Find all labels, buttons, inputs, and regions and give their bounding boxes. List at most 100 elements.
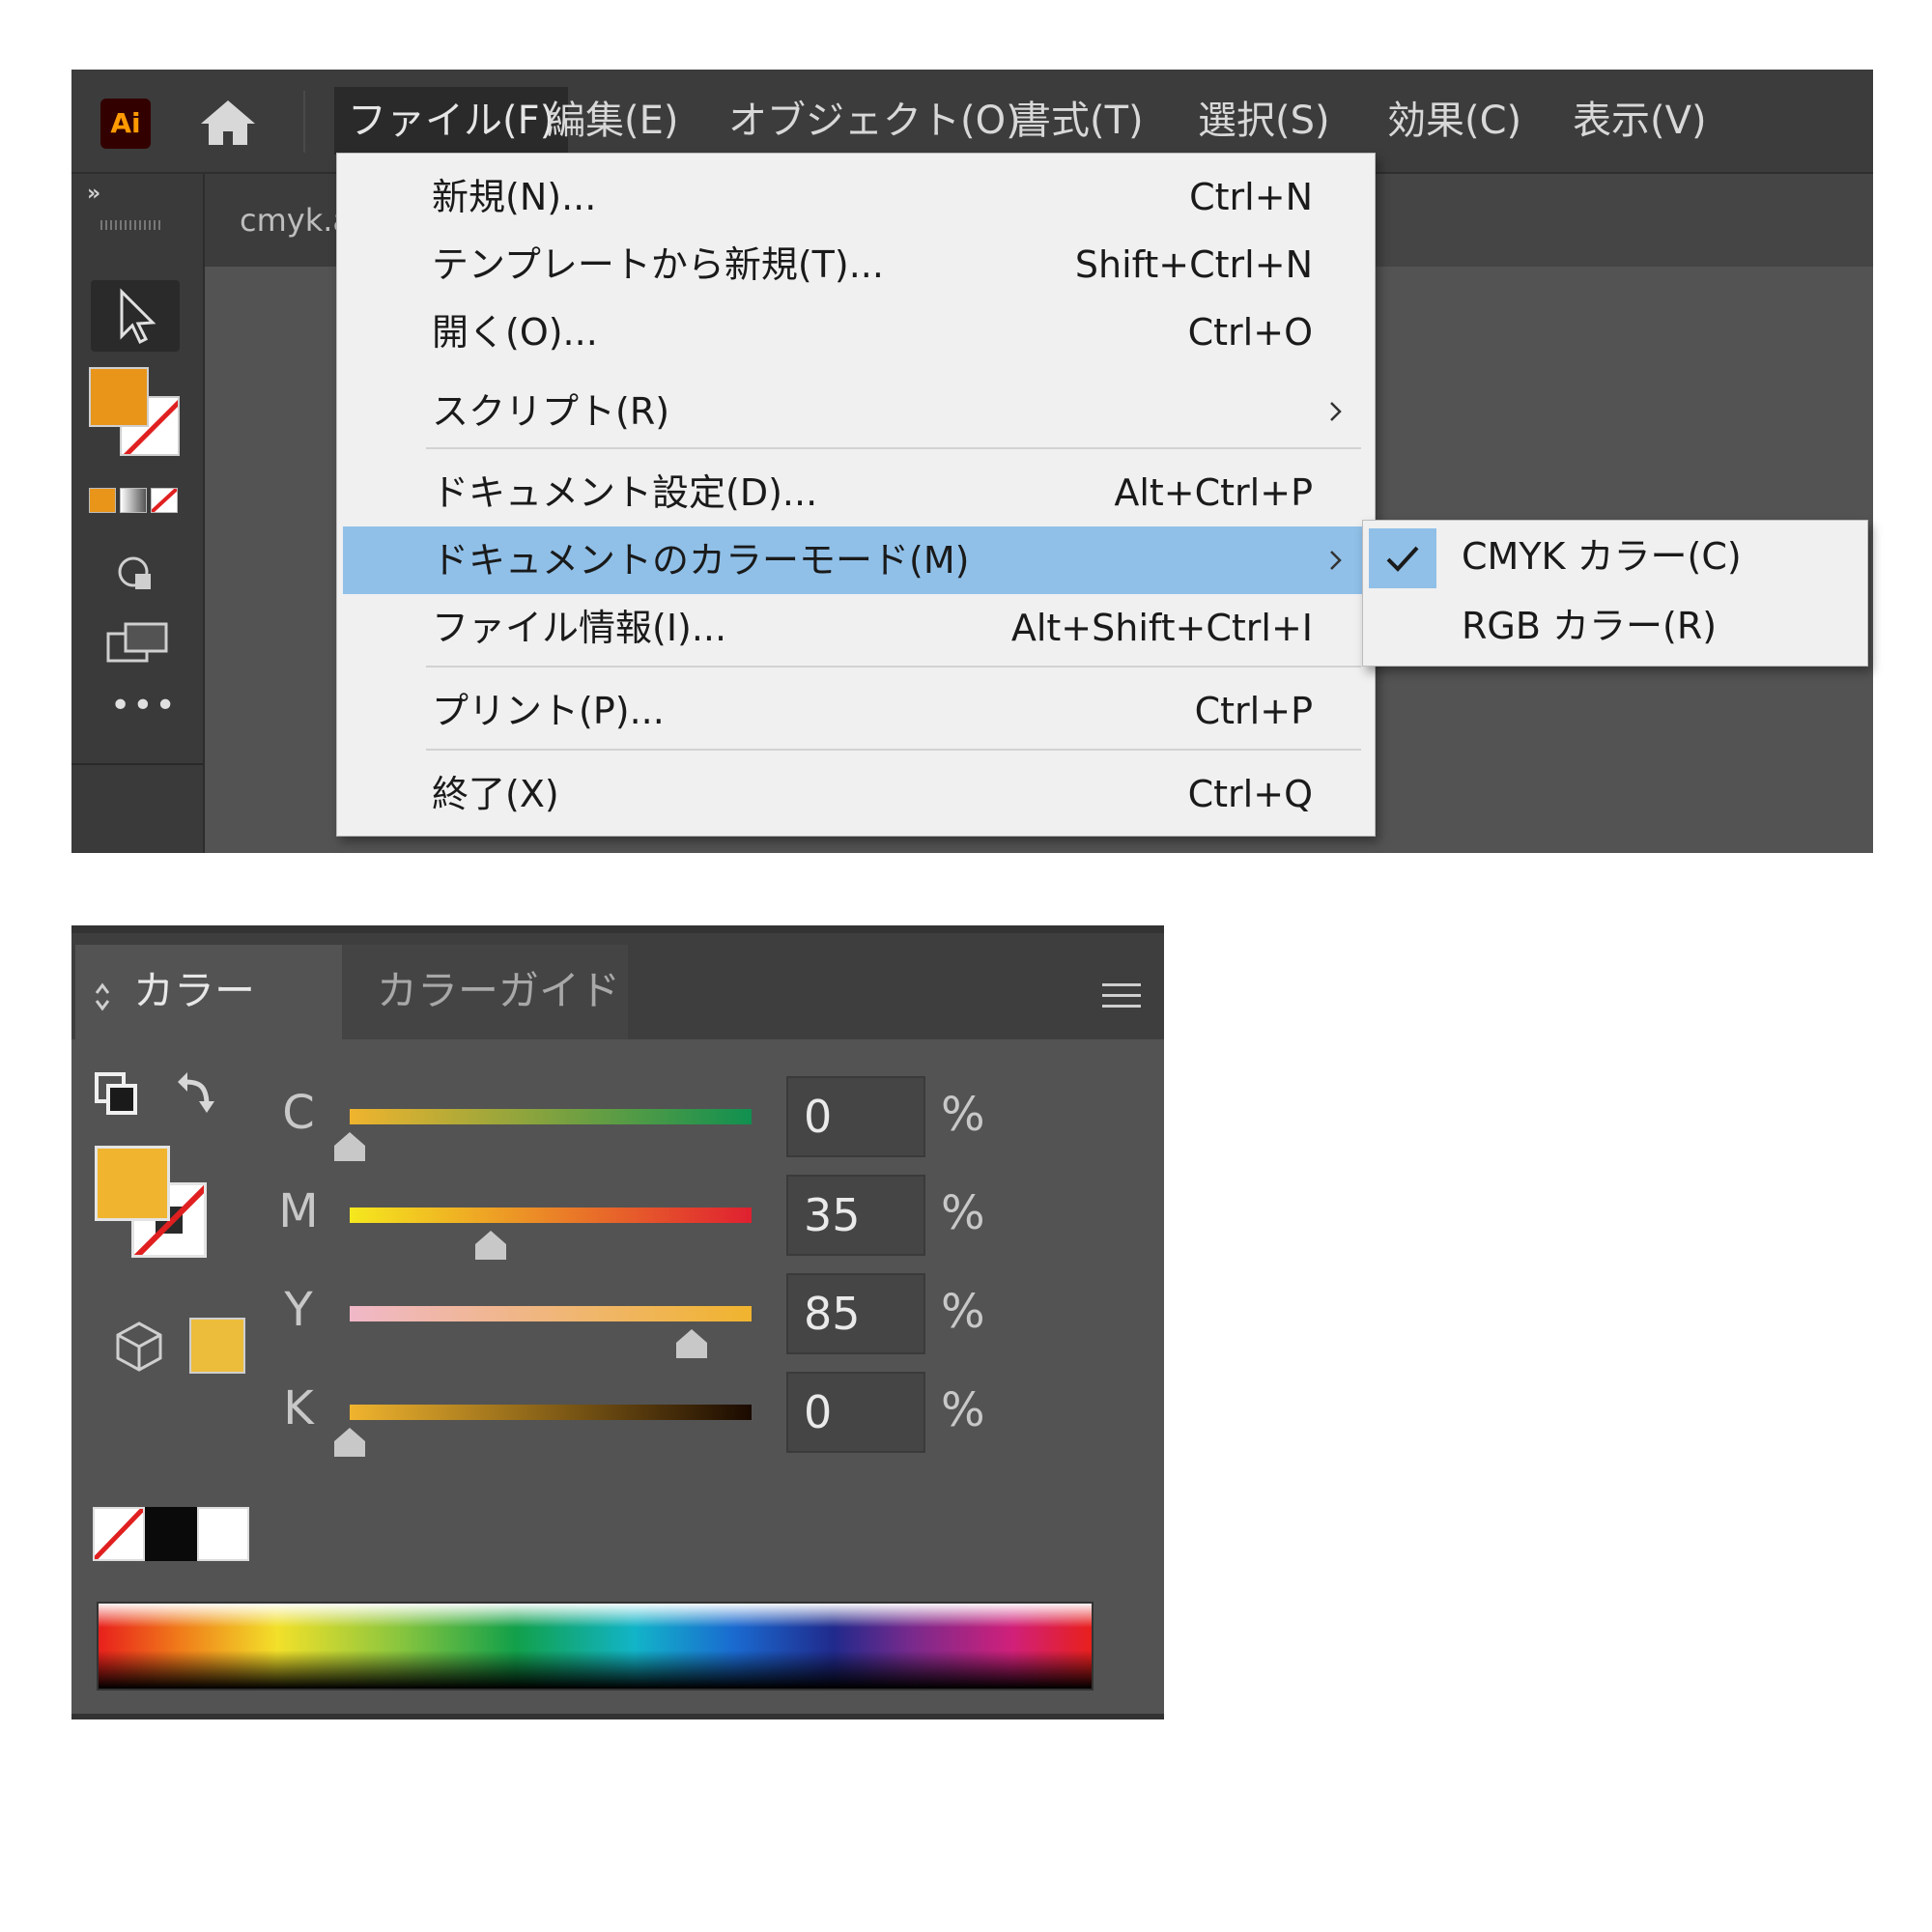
none-swatch[interactable] — [93, 1507, 145, 1561]
menu-item-shortcut: Alt+Shift+Ctrl+I — [1010, 607, 1313, 649]
submenu-item-cmyk[interactable]: CMYK カラー(C) — [1363, 523, 1867, 590]
submenu-item-rgb[interactable]: RGB カラー(R) — [1363, 592, 1867, 660]
channel-label-y: Y — [284, 1283, 313, 1337]
white-swatch[interactable] — [197, 1507, 249, 1561]
unit-c: % — [941, 1088, 985, 1142]
color-panel: カラー カラーガイド C 0 % M 35 % Y 85 % K 0 % — [71, 925, 1164, 1719]
black-swatch[interactable] — [145, 1507, 197, 1561]
screen-mode-icon[interactable] — [104, 618, 172, 670]
tab-label: カラーガイド — [377, 967, 621, 1014]
tab-label: カラー — [133, 967, 256, 1014]
menu-item-shortcut: Ctrl+P — [1194, 690, 1313, 732]
none-slash-icon — [95, 1509, 143, 1559]
slider-track-c[interactable] — [350, 1109, 752, 1124]
gradient-mode-button[interactable] — [120, 488, 147, 513]
menu-select[interactable]: 選択(S) — [1184, 87, 1344, 155]
menu-item-label: 新規(N)... — [432, 176, 597, 218]
swap-arrow-icon[interactable] — [170, 1068, 218, 1117]
unit-k: % — [941, 1383, 985, 1437]
chevron-right-icon — [1330, 551, 1342, 570]
menu-separator — [426, 666, 1361, 668]
menu-item-label: ファイル情報(I)... — [432, 607, 727, 649]
tab-color-guide[interactable]: カラーガイド — [342, 945, 628, 1039]
menu-item-document-color-mode[interactable]: ドキュメントのカラーモード(M) — [343, 526, 1367, 594]
unit-m: % — [941, 1186, 985, 1240]
menu-item-label: ドキュメントのカラーモード(M) — [432, 539, 970, 582]
value-field-k[interactable]: 0 — [786, 1372, 925, 1453]
menu-item-label: スクリプト(R) — [432, 390, 670, 433]
fill-swatch[interactable] — [95, 1146, 170, 1221]
submenu-item-label: CMYK カラー(C) — [1462, 535, 1742, 578]
channel-label-c: C — [282, 1086, 315, 1140]
menu-item-open[interactable]: 開く(O)... Ctrl+O — [343, 298, 1367, 366]
checkmark-box — [1369, 528, 1436, 588]
none-slash-icon — [152, 489, 177, 512]
color-mode-submenu: CMYK カラー(C) RGB カラー(R) — [1362, 520, 1868, 667]
value-field-y[interactable]: 85 — [786, 1273, 925, 1354]
menu-item-label: プリント(P)... — [432, 690, 665, 732]
chevron-right-icon — [1330, 402, 1342, 421]
menu-item-file-info[interactable]: ファイル情報(I)... Alt+Shift+Ctrl+I — [343, 594, 1367, 662]
arrow-pointer-icon — [120, 288, 156, 345]
cube-icon[interactable] — [114, 1320, 164, 1374]
menubar-divider — [303, 91, 305, 153]
unit-y: % — [941, 1285, 985, 1339]
tools-panel: » ••• — [71, 174, 205, 853]
menu-type[interactable]: 書式(T) — [999, 87, 1157, 155]
menu-effect[interactable]: 効果(C) — [1374, 87, 1535, 155]
menu-item-new-from-template[interactable]: テンプレートから新規(T)... Shift+Ctrl+N — [343, 231, 1367, 298]
menu-item-print[interactable]: プリント(P)... Ctrl+P — [343, 677, 1367, 745]
channel-label-m: M — [278, 1184, 319, 1238]
default-fill-stroke-icon[interactable] — [93, 1070, 139, 1117]
menu-item-shortcut: Ctrl+Q — [1187, 773, 1313, 815]
app-logo: Ai — [100, 99, 151, 149]
slider-thumb-c[interactable] — [330, 1130, 369, 1163]
tab-color[interactable]: カラー — [75, 945, 342, 1039]
menu-item-shortcut: Alt+Ctrl+P — [1114, 471, 1313, 514]
file-menu-dropdown: 新規(N)... Ctrl+N テンプレートから新規(T)... Shift+C… — [336, 153, 1376, 837]
value-field-c[interactable]: 0 — [786, 1076, 925, 1157]
menu-item-exit[interactable]: 終了(X) Ctrl+Q — [343, 760, 1367, 828]
menu-separator — [426, 447, 1361, 449]
collapse-icon[interactable]: » — [87, 182, 100, 206]
menu-item-label: 開く(O)... — [432, 311, 598, 354]
fill-swatch[interactable] — [89, 367, 149, 427]
hamburger-menu-icon[interactable] — [1102, 981, 1141, 1010]
menu-item-document-setup[interactable]: ドキュメント設定(D)... Alt+Ctrl+P — [343, 459, 1367, 526]
slider-track-m[interactable] — [350, 1208, 752, 1223]
menu-item-shortcut: Shift+Ctrl+N — [1074, 243, 1313, 286]
menu-item-new[interactable]: 新規(N)... Ctrl+N — [343, 163, 1367, 231]
toolbar-grip[interactable] — [100, 220, 162, 230]
none-mode-button[interactable] — [151, 488, 178, 513]
color-mode-button[interactable] — [89, 488, 116, 513]
slider-thumb-k[interactable] — [330, 1426, 369, 1459]
checkmark-icon — [1386, 546, 1419, 572]
selection-tool[interactable] — [91, 280, 180, 352]
quick-swatches — [93, 1507, 249, 1561]
menu-object[interactable]: オブジェクト(O) — [715, 87, 1035, 155]
slider-thumb-m[interactable] — [471, 1229, 510, 1262]
slider-track-k[interactable] — [350, 1405, 752, 1420]
menu-edit[interactable]: 編集(E) — [533, 87, 692, 155]
slider-track-y[interactable] — [350, 1306, 752, 1321]
channel-label-k: K — [283, 1381, 314, 1435]
menu-item-label: 終了(X) — [432, 773, 559, 815]
panel-tab-bar: カラー カラーガイド — [71, 933, 1164, 1039]
more-tools-icon[interactable]: ••• — [110, 686, 178, 725]
draw-mode-icon[interactable] — [114, 553, 160, 595]
updown-arrows-icon[interactable] — [93, 978, 112, 1016]
value-field-m[interactable]: 35 — [786, 1175, 925, 1256]
menu-item-label: テンプレートから新規(T)... — [432, 243, 884, 286]
home-icon[interactable] — [197, 97, 259, 149]
out-of-gamut-swatch[interactable] — [189, 1318, 245, 1374]
menu-item-label: ドキュメント設定(D)... — [432, 471, 818, 514]
toolbar-divider — [71, 763, 203, 765]
color-spectrum-bar[interactable] — [97, 1602, 1094, 1690]
submenu-item-label: RGB カラー(R) — [1462, 605, 1718, 647]
menu-item-shortcut: Ctrl+O — [1187, 311, 1313, 354]
menu-separator — [426, 749, 1361, 751]
menu-item-shortcut: Ctrl+N — [1189, 176, 1313, 218]
menu-view[interactable]: 表示(V) — [1559, 87, 1720, 155]
slider-thumb-y[interactable] — [672, 1327, 711, 1360]
menu-item-scripts[interactable]: スクリプト(R) — [343, 378, 1367, 445]
